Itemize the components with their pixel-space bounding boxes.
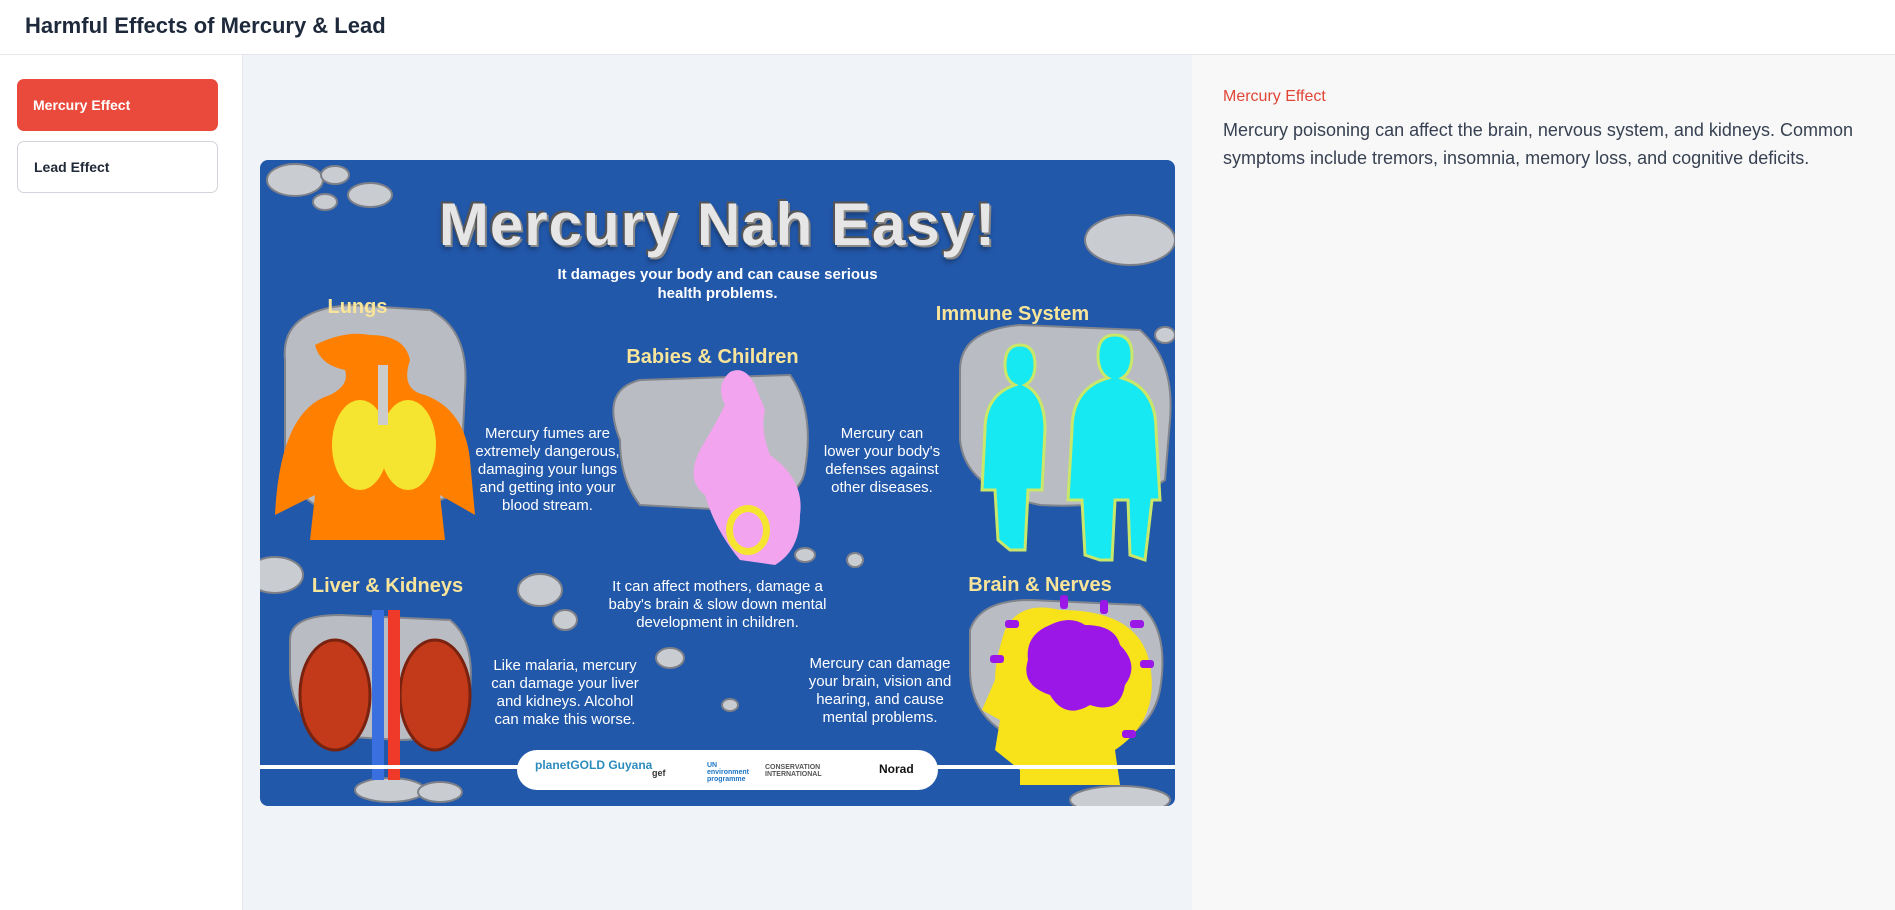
detail-label: Mercury Effect — [1223, 88, 1326, 105]
lead-effect-button[interactable]: Lead Effect — [17, 141, 218, 193]
sidebar: Mercury Effect Lead Effect — [0, 55, 243, 910]
image-panel: Mercury Nah Easy! It damages your body a… — [243, 55, 1192, 910]
app-title: Harmful Effects of Mercury & Lead — [25, 13, 386, 38]
gef-logo: gef — [652, 768, 666, 778]
planetgold-logo: planetGOLD Guyana — [535, 758, 653, 772]
liver-heading: Liver & Kidneys — [311, 575, 464, 597]
poster-title: Mercury Nah Easy! — [438, 191, 997, 258]
lungs-text: Mercury fumes are extremely dangerous, d… — [475, 425, 620, 514]
partner-logos: planetGOLD Guyana gef UN environment pro… — [517, 750, 938, 790]
babies-heading: Babies & Children — [626, 346, 799, 368]
detail-panel: Mercury Effect Mercury poisoning can aff… — [1192, 55, 1895, 910]
babies-text: It can affect mothers, damage a baby's b… — [608, 578, 827, 631]
app-header: Harmful Effects of Mercury & Lead — [0, 0, 1895, 55]
mercury-poster-image: Mercury Nah Easy! It damages your body a… — [260, 160, 1175, 806]
liver-text: Like malaria, mercury can damage your li… — [491, 657, 639, 728]
conservation-international-logo: CONSERVATION INTERNATIONAL — [765, 764, 822, 778]
unep-logo: UN environment programme — [707, 762, 750, 783]
lungs-heading: Lungs — [327, 296, 388, 318]
detail-description: Mercury poisoning can affect the brain, … — [1223, 120, 1853, 168]
norad-logo: Norad — [879, 762, 914, 776]
brain-text: Mercury can damage your brain, vision an… — [808, 655, 952, 726]
immune-text: Mercury can lower your body's defenses a… — [823, 425, 941, 496]
immune-heading: Immune System — [935, 303, 1090, 325]
mercury-effect-button[interactable]: Mercury Effect — [17, 79, 218, 131]
brain-heading: Brain & Nerves — [968, 574, 1112, 596]
poster-subtitle: It damages your body and can cause serio… — [557, 266, 878, 302]
